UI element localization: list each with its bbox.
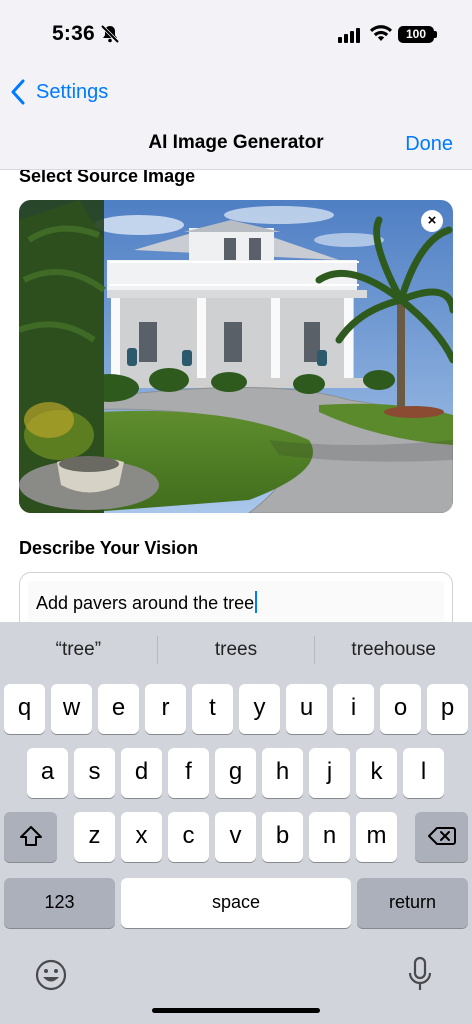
key-y[interactable]: y bbox=[239, 684, 280, 734]
key-z[interactable]: z bbox=[74, 812, 115, 862]
key-m[interactable]: m bbox=[356, 812, 397, 862]
key-k[interactable]: k bbox=[356, 748, 397, 798]
text-caret bbox=[255, 591, 258, 613]
space-key[interactable]: space bbox=[121, 878, 351, 928]
remove-image-button[interactable]: × bbox=[421, 210, 443, 232]
delete-key[interactable] bbox=[415, 812, 468, 862]
return-key[interactable]: return bbox=[357, 878, 468, 928]
back-button[interactable]: Settings bbox=[10, 78, 108, 106]
bell-slash-icon bbox=[100, 24, 120, 44]
vision-text-content: Add pavers around the tree bbox=[36, 593, 255, 613]
key-u[interactable]: u bbox=[286, 684, 327, 734]
emoji-icon[interactable] bbox=[34, 958, 68, 992]
microphone-icon[interactable] bbox=[407, 956, 433, 994]
delete-backward-icon bbox=[427, 827, 456, 845]
key-n[interactable]: n bbox=[309, 812, 350, 862]
page-title: AI Image Generator bbox=[148, 132, 324, 153]
back-label: Settings bbox=[36, 80, 109, 103]
key-l[interactable]: l bbox=[403, 748, 444, 798]
key-j[interactable]: j bbox=[309, 748, 350, 798]
key-d[interactable]: d bbox=[121, 748, 162, 798]
battery-icon: 100 bbox=[398, 26, 434, 43]
status-time: 5:36 bbox=[52, 22, 95, 45]
key-a[interactable]: a bbox=[27, 748, 68, 798]
vision-text-inner: Add pavers around the tree bbox=[28, 581, 444, 621]
key-g[interactable]: g bbox=[215, 748, 256, 798]
suggestion-3[interactable]: treehouse bbox=[315, 639, 472, 661]
key-h[interactable]: h bbox=[262, 748, 303, 798]
numbers-key[interactable]: 123 bbox=[4, 878, 115, 928]
vision-text-value: Add pavers around the tree bbox=[36, 591, 258, 614]
chevron-left-icon bbox=[11, 79, 25, 105]
done-button[interactable]: Done bbox=[405, 133, 453, 156]
suggestion-1[interactable]: “tree” bbox=[0, 639, 157, 661]
key-e[interactable]: e bbox=[98, 684, 139, 734]
cellular-signal-icon bbox=[338, 28, 360, 43]
select-image-heading: Select Source Image bbox=[19, 170, 196, 186]
key-b[interactable]: b bbox=[262, 812, 303, 862]
key-o[interactable]: o bbox=[380, 684, 421, 734]
key-v[interactable]: v bbox=[215, 812, 256, 862]
shift-icon bbox=[19, 826, 42, 846]
wifi-icon bbox=[370, 25, 392, 41]
shift-key[interactable] bbox=[4, 812, 57, 862]
key-s[interactable]: s bbox=[74, 748, 115, 798]
battery-nub bbox=[434, 31, 437, 38]
status-bar: 5:36 100 bbox=[0, 0, 472, 70]
source-image[interactable]: × bbox=[19, 200, 453, 513]
key-f[interactable]: f bbox=[168, 748, 209, 798]
key-w[interactable]: w bbox=[51, 684, 92, 734]
key-i[interactable]: i bbox=[333, 684, 374, 734]
key-t[interactable]: t bbox=[192, 684, 233, 734]
keyboard[interactable]: “tree” trees treehouse q w e r t y u i o… bbox=[0, 622, 472, 1024]
key-q[interactable]: q bbox=[4, 684, 45, 734]
form-content[interactable]: Select Source Image × Describe Your Visi… bbox=[0, 170, 472, 622]
house-photo bbox=[19, 200, 453, 513]
key-x[interactable]: x bbox=[121, 812, 162, 862]
suggestion-bar: “tree” trees treehouse bbox=[0, 622, 472, 678]
suggestion-2[interactable]: trees bbox=[158, 639, 315, 661]
home-indicator bbox=[152, 1008, 320, 1013]
key-r[interactable]: r bbox=[145, 684, 186, 734]
vision-text-field[interactable]: Add pavers around the tree bbox=[19, 572, 453, 622]
key-p[interactable]: p bbox=[427, 684, 468, 734]
describe-heading: Describe Your Vision bbox=[19, 538, 199, 558]
key-c[interactable]: c bbox=[168, 812, 209, 862]
